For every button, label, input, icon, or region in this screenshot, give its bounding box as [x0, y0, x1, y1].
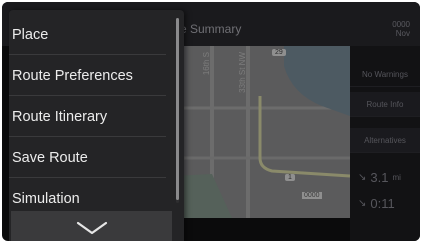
time-value: 0:11: [370, 196, 395, 211]
time-icon: ↘: [358, 198, 367, 209]
chevron-down-icon: [76, 221, 107, 235]
map-view[interactable]: 16th S 33th St NW 29 1 0000: [172, 46, 350, 218]
route-shield-29: 29: [272, 49, 286, 56]
clock-time: 0000: [392, 20, 410, 29]
map-graphic: [172, 46, 350, 218]
menu-scrollbar-thumb[interactable]: [176, 18, 179, 200]
menu-item-route-preferences[interactable]: Route Preferences: [9, 55, 172, 96]
distance-readout: ↘ 3.1 mi: [358, 170, 401, 185]
route-info-panel: No Warnings Route Info Alternatives ↘ 3.…: [350, 46, 420, 241]
route-options-menu: Place Route Preferences Route Itinerary …: [9, 10, 184, 241]
menu-item-place[interactable]: Place: [9, 14, 172, 55]
clock: 0000 Nov: [392, 20, 410, 38]
header-title: e Summary: [180, 22, 242, 36]
distance-value: 3.1: [370, 170, 389, 185]
route-info-button[interactable]: Route Info: [350, 92, 420, 117]
warnings-button[interactable]: No Warnings: [350, 62, 420, 87]
alternatives-button[interactable]: Alternatives: [350, 128, 420, 153]
map-scale: 0000: [302, 192, 322, 199]
scroll-down-button[interactable]: [11, 211, 172, 241]
time-readout: ↘ 0:11: [358, 196, 395, 211]
distance-unit: mi: [392, 173, 401, 182]
street-label-16th: 16th S: [202, 52, 211, 76]
menu-item-save-route[interactable]: Save Route: [9, 137, 172, 178]
clock-date: Nov: [395, 29, 410, 38]
street-label-33th: 33th St NW: [238, 52, 247, 93]
navigation-screen: e Summary 0000 Nov 16th S 33th St NW 29 …: [2, 2, 420, 241]
menu-item-route-itinerary[interactable]: Route Itinerary: [9, 96, 172, 137]
distance-icon: ↘: [358, 172, 367, 183]
route-shield-1: 1: [285, 174, 295, 181]
menu-scrollbar[interactable]: [176, 18, 179, 203]
